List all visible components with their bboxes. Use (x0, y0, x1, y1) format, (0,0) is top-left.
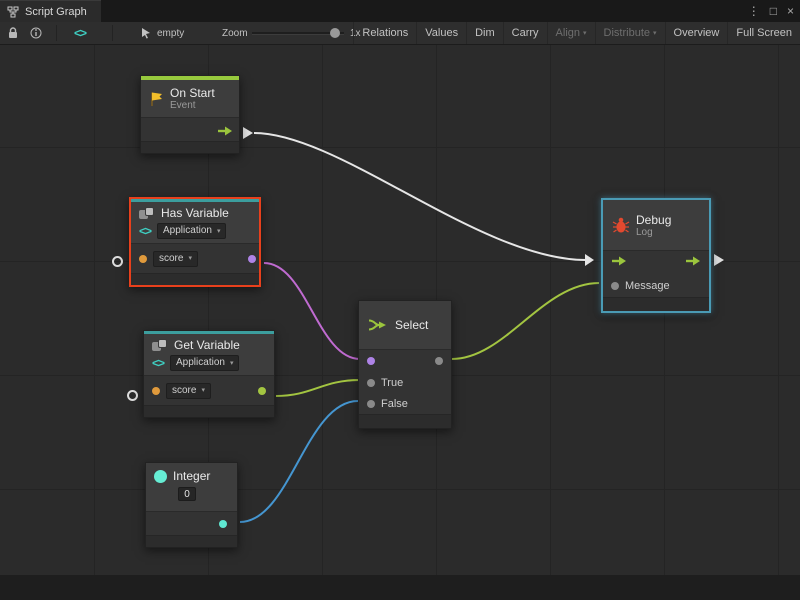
selection-status: empty (140, 22, 184, 44)
node-footer (603, 297, 709, 311)
on-start-subtitle: Event (170, 100, 215, 111)
align-button: Align ▾ (547, 22, 595, 44)
condition-input-port[interactable] (367, 357, 375, 365)
cursor-icon (140, 27, 152, 39)
canvas-bottom-band (0, 575, 800, 600)
node-integer[interactable]: Integer 0 (145, 462, 238, 548)
toolbar-buttons: Relations Values Dim Carry Align ▾ Distr… (353, 22, 800, 44)
menu-icon[interactable]: ⋮ (748, 4, 760, 18)
wire-arrowhead (585, 254, 594, 266)
graph-canvas[interactable]: On Start Event Has Variable (0, 45, 800, 600)
wire-hasvariable-to-select[interactable] (264, 263, 360, 359)
flow-output-port[interactable] (217, 124, 233, 142)
node-has-variable[interactable]: Has Variable <> Application ▾ score ▾ (129, 197, 261, 287)
flow-input-port[interactable] (611, 254, 627, 272)
variables-icon (139, 207, 155, 220)
scope-dropdown[interactable]: Application ▾ (170, 355, 239, 371)
close-icon[interactable]: × (787, 4, 794, 18)
integer-value-input[interactable]: 0 (178, 487, 196, 501)
on-start-title: On Start (170, 86, 215, 100)
chevron-down-icon: ▾ (653, 29, 657, 37)
zoom-slider-handle[interactable] (330, 28, 340, 38)
integer-output-port[interactable] (219, 520, 227, 528)
titlebar: Script Graph ⋮ □ × (0, 0, 800, 22)
lock-icon[interactable] (8, 22, 18, 44)
chevron-down-icon: ▾ (217, 228, 221, 235)
false-input-port[interactable] (367, 400, 375, 408)
script-graph-window: Script Graph ⋮ □ × <> (0, 0, 800, 600)
wire-getvariable-to-select-true[interactable] (276, 380, 360, 396)
toolbar-separator (56, 25, 57, 41)
true-input-port[interactable] (367, 379, 375, 387)
node-select[interactable]: Select True False (358, 300, 452, 429)
flag-icon (149, 91, 164, 107)
bool-output-port[interactable] (248, 255, 256, 263)
node-footer (131, 273, 259, 285)
value-output-port[interactable] (258, 387, 266, 395)
empty-label: empty (157, 28, 184, 39)
node-footer (359, 414, 451, 428)
string-input-port[interactable] (152, 387, 160, 395)
values-button[interactable]: Values (416, 22, 466, 44)
relations-button[interactable]: Relations (353, 22, 416, 44)
carry-triangle[interactable] (714, 254, 724, 266)
carry-triangle[interactable] (243, 127, 253, 139)
zoom-label: Zoom (222, 22, 248, 44)
toolbar-separator (112, 25, 113, 41)
debug-title: Debug (636, 213, 671, 227)
full-screen-button[interactable]: Full Screen (727, 22, 800, 44)
graph-icon (7, 6, 19, 18)
select-title: Select (395, 318, 428, 332)
chevron-down-icon: ▾ (201, 387, 205, 394)
wire-select-to-debuglog-message[interactable] (452, 283, 599, 359)
has-variable-title: Has Variable (161, 206, 229, 220)
scope-dropdown[interactable]: Application ▾ (157, 223, 226, 239)
string-input-port[interactable] (139, 255, 147, 263)
distribute-button: Distribute ▾ (595, 22, 665, 44)
wire-onstart-to-debuglog[interactable] (254, 133, 586, 260)
variable-name-dropdown[interactable]: score ▾ (166, 383, 211, 399)
node-footer (144, 405, 274, 417)
chevron-down-icon: ▾ (230, 360, 234, 367)
flow-output-port[interactable] (685, 254, 701, 272)
code-icon[interactable]: <> (74, 22, 86, 44)
false-port-label: False (381, 398, 408, 410)
overview-button[interactable]: Overview (665, 22, 728, 44)
message-input-port[interactable] (611, 282, 619, 290)
zoom-slider-track[interactable] (252, 32, 344, 35)
chevron-down-icon: ▾ (583, 29, 587, 37)
true-port-label: True (381, 377, 403, 389)
wire-integer-to-select-false[interactable] (240, 401, 358, 522)
tab-script-graph[interactable]: Script Graph (0, 0, 101, 22)
bug-icon (612, 217, 630, 234)
select-icon (367, 317, 389, 333)
graph-input-ring[interactable] (112, 256, 123, 267)
window-controls: ⋮ □ × (748, 0, 794, 22)
scope-icon: <> (152, 356, 164, 370)
node-debug-log[interactable]: Debug Log (601, 198, 711, 313)
variable-name-dropdown[interactable]: score ▾ (153, 251, 198, 267)
selection-output-port[interactable] (435, 357, 443, 365)
message-port-label: Message (625, 280, 670, 292)
maximize-icon[interactable]: □ (770, 4, 777, 18)
integer-title: Integer (173, 469, 210, 483)
chevron-down-icon: ▾ (188, 255, 192, 262)
node-on-start[interactable]: On Start Event (140, 75, 240, 154)
node-get-variable[interactable]: Get Variable <> Application ▾ score ▾ (143, 330, 275, 418)
node-footer (141, 141, 239, 153)
dim-button[interactable]: Dim (466, 22, 503, 44)
carry-button[interactable]: Carry (503, 22, 547, 44)
graph-input-ring[interactable] (127, 390, 138, 401)
get-variable-title: Get Variable (174, 338, 240, 352)
tab-label: Script Graph (25, 6, 87, 18)
scope-icon: <> (139, 224, 151, 238)
graph-toolbar: <> empty Zoom 1x Relations Values Dim Ca… (0, 22, 800, 45)
zoom-slider[interactable] (252, 22, 344, 44)
node-footer (146, 535, 237, 547)
debug-subtitle: Log (636, 227, 671, 238)
info-icon[interactable] (30, 22, 42, 44)
integer-icon (154, 470, 167, 483)
variables-icon (152, 339, 168, 352)
